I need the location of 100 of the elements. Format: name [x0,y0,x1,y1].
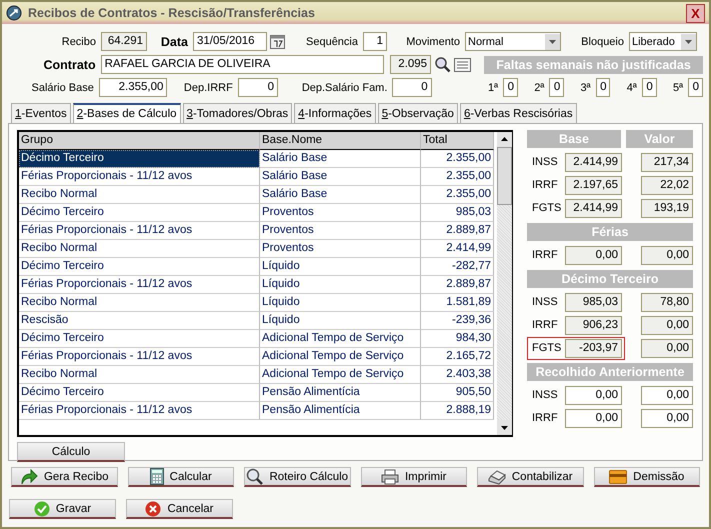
table-cell[interactable]: Adicional Tempo de Serviço [260,348,421,366]
curved-arrow-icon [20,468,38,484]
valor-field[interactable]: 78,80 [641,292,693,312]
table-cell[interactable]: Salário Base [260,168,421,186]
valor-field[interactable]: 0,00 [641,386,693,404]
valor-field[interactable]: 193,19 [641,198,693,218]
valor-field[interactable]: 0,00 [641,408,693,428]
table-cell[interactable]: Líquido [260,258,421,276]
action-button[interactable]: Imprimir [360,467,467,487]
table-cell[interactable]: Proventos [260,240,421,258]
base-field[interactable]: 985,03 [565,292,622,312]
search-icon[interactable] [434,56,452,73]
base-field[interactable]: 0,00 [565,386,622,404]
scroll-up-icon[interactable] [497,132,512,147]
table-cell[interactable]: Décimo Terceiro [19,384,260,402]
table-cell[interactable]: Décimo Terceiro [19,150,260,168]
table-cell[interactable]: Férias Proporcionais - 11/12 avos [19,402,260,420]
valor-field[interactable]: 22,02 [641,176,693,194]
movimento-label: Movimento [405,36,461,48]
table-cell[interactable]: Salário Base [260,186,421,204]
table-cell[interactable]: Rescisão [19,312,260,330]
tab[interactable]: 6-Verbas Rescisórias [460,103,577,123]
week-field[interactable]: 0 [503,78,518,97]
contrato-field[interactable]: RAFAEL GARCIA DE OLIVEIRA [100,55,384,74]
dep-salario-fam-field[interactable]: 0 [392,78,432,97]
table-cell[interactable]: Férias Proporcionais - 11/12 avos [19,276,260,294]
table-cell[interactable]: Proventos [260,222,421,240]
dep-irrf-label: Dep.IRRF [182,82,234,94]
week-field[interactable]: 0 [688,78,703,97]
table-cell[interactable]: Salário Base [260,150,421,168]
column-header[interactable]: Grupo [19,132,260,150]
salario-base-field[interactable]: 2.355,00 [98,78,168,97]
table-cell[interactable]: Adicional Tempo de Serviço [260,330,421,348]
action-button[interactable]: Roteiro Cálculo [244,467,350,487]
table-cell[interactable]: Adicional Tempo de Serviço [260,366,421,384]
week-field[interactable]: 0 [642,78,657,97]
scroll-thumb[interactable] [497,147,512,205]
cash-register-icon [488,468,506,484]
bloqueio-dropdown[interactable]: Liberado [629,32,697,51]
tab[interactable]: 4-Informações [294,103,376,123]
scroll-down-icon[interactable] [497,420,512,435]
calculator-icon [150,468,164,485]
contract-code-field: 2.095 [390,55,432,74]
table-cell[interactable]: Recibo Normal [19,186,260,204]
base-field[interactable]: 2.414,99 [565,198,622,218]
column-header[interactable]: Base.Nome [260,132,421,150]
calculo-button[interactable]: Cálculo [17,442,125,462]
base-field[interactable]: -203,97 [565,338,622,358]
table-cell[interactable]: Pensão Alimentícia [260,384,421,402]
sequence-field[interactable]: 1 [363,32,387,51]
movimento-dropdown[interactable]: Normal [465,32,561,51]
list-icon[interactable] [454,58,472,72]
table-cell[interactable]: Férias Proporcionais - 11/12 avos [19,348,260,366]
tax-label: FGTS [532,202,562,214]
week-field[interactable]: 0 [596,78,610,97]
table-cell[interactable]: Líquido [260,294,421,312]
week-field[interactable]: 0 [549,78,564,97]
table-cell[interactable]: Décimo Terceiro [19,258,260,276]
table-cell[interactable]: Líquido [260,312,421,330]
base-field[interactable]: 906,23 [565,316,622,334]
table-cell[interactable]: Férias Proporcionais - 11/12 avos [19,222,260,240]
tab[interactable]: 2-Bases de Cálculo [72,103,181,123]
close-button[interactable]: X [686,4,705,22]
week-label: 3ª [579,82,592,94]
tab[interactable]: 5-Observação [378,103,458,123]
faltas-header: Faltas semanais não justificadas [484,56,704,74]
valor-field[interactable]: 0,00 [641,338,693,358]
base-field[interactable]: 2.197,65 [565,176,622,194]
base-field[interactable]: 0,00 [565,408,622,428]
tab[interactable]: 1-Eventos [11,103,71,123]
tab[interactable]: 3-Tomadores/Obras [182,103,292,123]
valor-field[interactable]: 217,34 [641,152,693,172]
table-cell[interactable]: Décimo Terceiro [19,330,260,348]
table-cell[interactable]: Recibo Normal [19,240,260,258]
calendar-icon[interactable] [270,34,285,49]
dep-irrf-field[interactable]: 0 [238,78,278,97]
footer-button[interactable]: Gravar [9,499,116,519]
valor-field[interactable]: 0,00 [641,316,693,334]
action-button[interactable]: Demissão [594,467,700,487]
base-field[interactable]: 0,00 [565,246,622,264]
base-field[interactable]: 2.414,99 [565,152,622,172]
valor-field[interactable]: 0,00 [641,246,693,264]
data-label: Data [160,34,189,48]
action-button[interactable]: Calcular [128,467,234,487]
table-cell[interactable]: Recibo Normal [19,366,260,384]
table-cell[interactable]: Proventos [260,204,421,222]
table-cell[interactable]: Recibo Normal [19,294,260,312]
table-cell[interactable]: Líquido [260,276,421,294]
table-cell[interactable]: Pensão Alimentícia [260,402,421,420]
table-cell[interactable]: Décimo Terceiro [19,204,260,222]
table-cell[interactable]: Férias Proporcionais - 11/12 avos [19,168,260,186]
footer-button[interactable]: Cancelar [126,499,233,519]
scrollbar[interactable] [494,132,512,435]
contrato-label: Contrato [42,58,97,72]
column-header[interactable]: Total [421,132,494,150]
date-field[interactable]: 31/05/2016 [193,32,267,51]
action-button[interactable]: Contabilizar [477,467,584,487]
section-header: Recolhido Anteriormente [527,363,693,381]
action-button[interactable]: Gera Recibo [11,467,118,487]
app-icon [6,5,22,21]
